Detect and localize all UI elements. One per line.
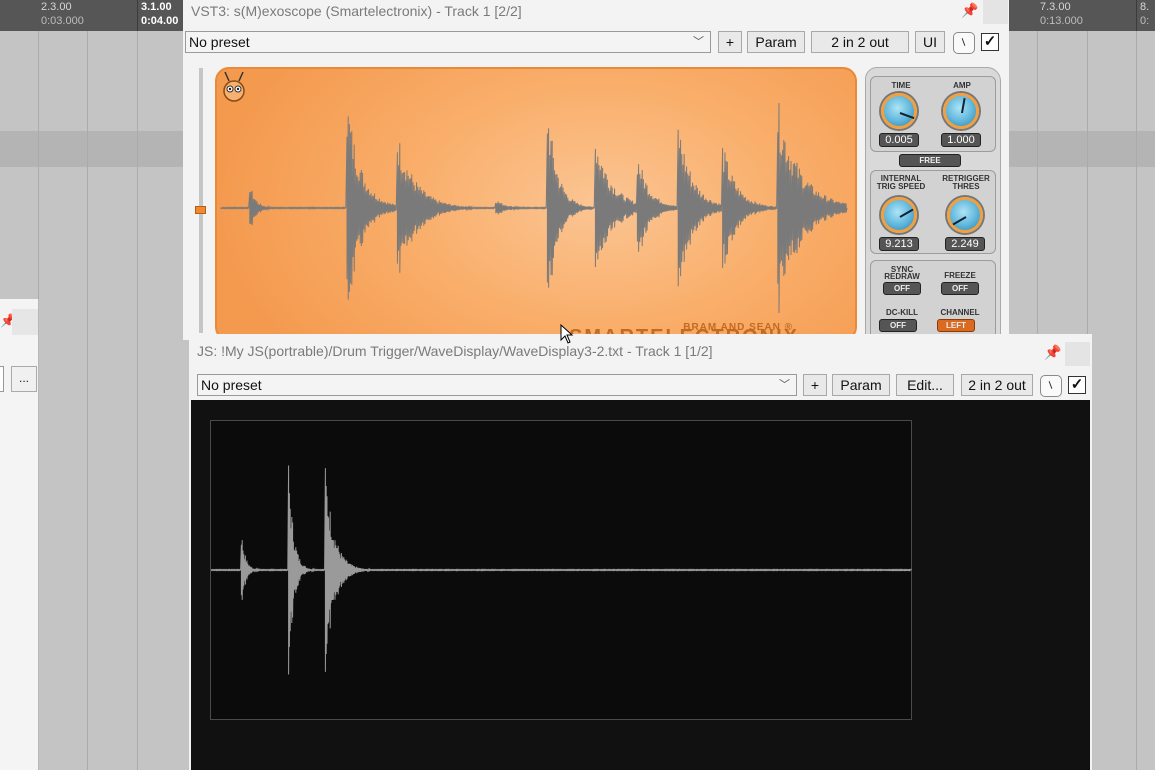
io-button[interactable]: 2 in 2 out: [961, 374, 1033, 396]
knob-indicator: [899, 112, 915, 120]
trig-speed-value: 9.213: [879, 237, 919, 251]
more-button[interactable]: ...: [11, 366, 37, 392]
grid-line: [1136, 31, 1137, 770]
bug-logo-icon: [223, 71, 245, 102]
ui-button[interactable]: UI: [915, 31, 945, 53]
sync-redraw-toggle[interactable]: OFF: [883, 282, 921, 295]
wet-knob-icon[interactable]: [953, 32, 975, 54]
trig-speed-knob[interactable]: [881, 197, 917, 233]
dc-kill-label: DC-KILL: [886, 308, 918, 317]
timeline-marker: 8. 0:: [1137, 0, 1149, 28]
mouse-cursor-icon: [560, 324, 574, 344]
grid-line: [87, 31, 88, 770]
close-button[interactable]: [12, 309, 38, 335]
preset-dropdown[interactable]: [0, 366, 4, 392]
window-title: JS: !My JS(portrable)/Drum Trigger/WaveD…: [197, 343, 713, 359]
marker-time: 0:: [1140, 15, 1150, 27]
vst-fx-window[interactable]: VST3: s(M)exoscope (Smartelectronix) - T…: [183, 0, 1009, 350]
marker-beat: 2.3.00: [41, 1, 72, 13]
marker-time: 0:03.000: [41, 15, 84, 27]
amp-knob[interactable]: [943, 93, 979, 129]
bypass-checkbox[interactable]: ✓: [981, 33, 999, 51]
chevron-down-icon: ﹀: [779, 379, 790, 391]
channel-toggle[interactable]: LEFT: [937, 319, 975, 332]
freeze-label: FREEZE: [944, 271, 976, 280]
retrigger-knob[interactable]: [947, 197, 983, 233]
marker-beat: 3.1.00: [141, 1, 172, 13]
chevron-down-icon: ﹀: [693, 36, 704, 48]
thres-label: THRES: [952, 182, 980, 191]
amp-value: 1.000: [941, 133, 981, 147]
knob-indicator: [961, 98, 966, 114]
time-knob[interactable]: [881, 93, 917, 129]
scope-slider-handle[interactable]: [195, 206, 206, 214]
pin-icon[interactable]: 📌: [1044, 344, 1061, 361]
free-button[interactable]: FREE: [899, 154, 961, 167]
preset-value: No preset: [201, 377, 262, 393]
trig-speed-label: TRIG SPEED: [876, 182, 926, 191]
retrigger-value: 2.249: [945, 237, 985, 251]
amp-label: AMP: [953, 81, 971, 90]
scope-slider-track[interactable]: [199, 68, 203, 333]
js-plugin-ui: [191, 400, 1090, 770]
bypass-checkbox[interactable]: ✓: [1068, 376, 1086, 394]
pin-icon[interactable]: 📌: [961, 2, 978, 19]
wet-knob-icon[interactable]: [1040, 375, 1062, 397]
freeze-toggle[interactable]: OFF: [941, 282, 979, 295]
marker-time: 0:04.00: [141, 15, 179, 27]
param-button[interactable]: Param: [832, 374, 890, 396]
js-waveform: [211, 465, 912, 675]
timeline-marker: 2.3.00 0:03.000: [38, 0, 84, 28]
window-title: VST3: s(M)exoscope (Smartelectronix) - T…: [191, 3, 522, 19]
marker-beat: 7.3.00: [1040, 1, 1071, 13]
waveform-trace: [211, 465, 912, 675]
add-preset-button[interactable]: +: [803, 374, 827, 396]
knob-indicator: [952, 216, 967, 226]
marker-beat: 8.: [1140, 1, 1150, 13]
edit-button[interactable]: Edit...: [896, 374, 954, 396]
trigger-group: INTERNAL TRIG SPEED RETRIGGER THRES 9.21…: [870, 170, 996, 254]
redraw-label: REDRAW: [884, 272, 920, 281]
waveform-trace: [220, 103, 848, 313]
close-button[interactable]: [983, 0, 1008, 24]
param-button[interactable]: Param: [747, 31, 805, 53]
scope-waveform: [220, 103, 848, 313]
wave-display: [210, 420, 912, 720]
time-value: 0.005: [879, 133, 919, 147]
io-button[interactable]: 2 in 2 out: [811, 31, 909, 53]
fx-window-partial[interactable]: 📌 ...: [0, 299, 39, 770]
grid-line: [137, 31, 138, 770]
timeline-marker: 3.1.00 0:04.00: [138, 0, 178, 28]
preset-value: No preset: [189, 34, 250, 50]
time-label: TIME: [891, 81, 911, 90]
dc-kill-toggle[interactable]: OFF: [879, 319, 917, 332]
oscilloscope-display: BRAM AND SEAN ® SMARTELECTRONIX: [215, 67, 857, 341]
knob-indicator: [899, 208, 914, 218]
time-amp-group: TIME AMP 0.005 1.000: [870, 76, 996, 152]
plugin-ui: BRAM AND SEAN ® SMARTELECTRONIX TIME AMP…: [183, 56, 1009, 350]
js-fx-window[interactable]: JS: !My JS(portrable)/Drum Trigger/WaveD…: [189, 334, 1092, 770]
scope-control-panel: TIME AMP 0.005 1.000 FREE INTERNAL TRIG …: [865, 67, 1001, 350]
timeline-marker: 7.3.00 0:13.000: [1037, 0, 1083, 28]
marker-time: 0:13.000: [1040, 15, 1083, 27]
channel-label: CHANNEL: [940, 308, 980, 317]
close-button[interactable]: [1065, 342, 1090, 366]
preset-dropdown[interactable]: No preset ﹀: [197, 374, 797, 396]
add-preset-button[interactable]: +: [718, 31, 742, 53]
preset-dropdown[interactable]: No preset ﹀: [185, 31, 711, 53]
